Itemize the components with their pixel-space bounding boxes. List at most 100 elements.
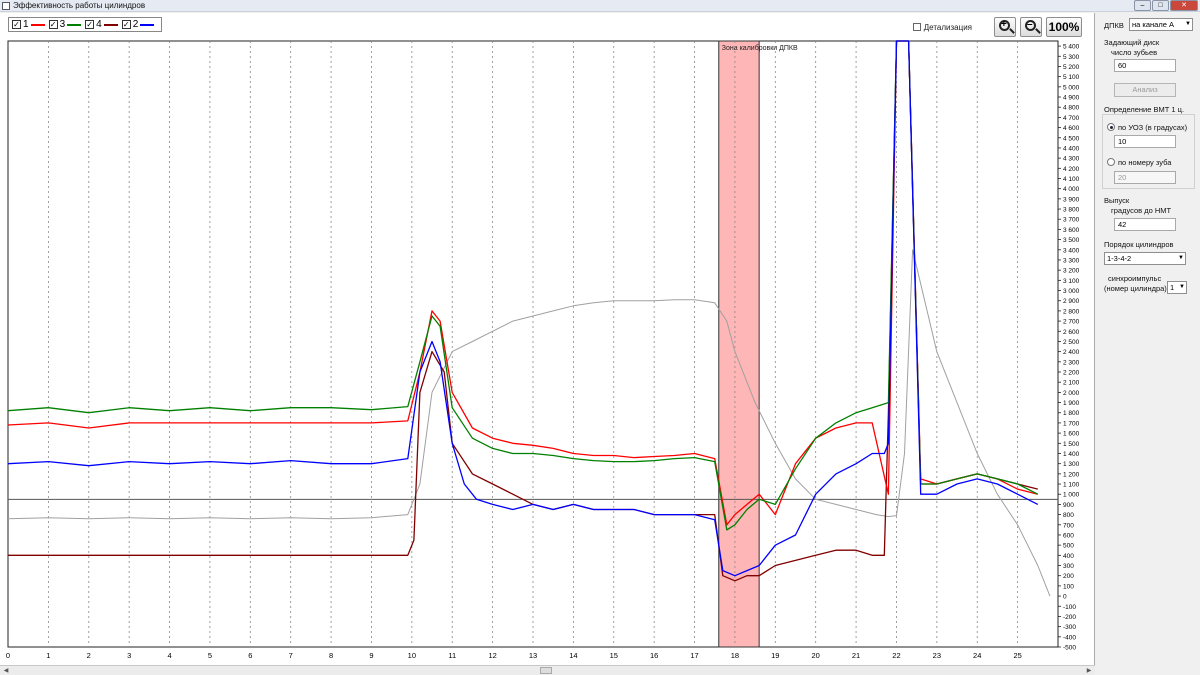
legend-swatch-3 — [67, 23, 82, 26]
x-tick-label: 13 — [529, 651, 537, 660]
y-tick-label: 2 500 — [1063, 339, 1080, 346]
y-tick-label: 4 600 — [1063, 125, 1080, 132]
x-tick-label: 24 — [973, 651, 981, 660]
scroll-left-icon[interactable]: ◀ — [1, 667, 11, 675]
y-tick-label: 4 700 — [1063, 115, 1080, 122]
y-tick-label: 5 100 — [1063, 74, 1080, 81]
x-tick-label: 1 — [46, 651, 50, 660]
y-tick-label: 900 — [1063, 502, 1074, 509]
legend-checkbox-2[interactable]: ✓ — [121, 20, 131, 29]
scroll-right-icon[interactable]: ▶ — [1084, 667, 1094, 675]
zoom-in-button[interactable]: + — [994, 17, 1016, 37]
dpkv-select[interactable]: на канале A ▼ — [1129, 18, 1193, 31]
detail-toggle[interactable]: Детализация — [912, 22, 972, 32]
legend-label-2: 2 — [132, 19, 139, 30]
teeth-input[interactable]: 60 — [1114, 59, 1176, 72]
by-tooth-input[interactable]: 20 — [1114, 171, 1176, 184]
series-legend: ✓ 1 ✓ 3 ✓ 4 ✓ 2 — [8, 17, 163, 32]
y-tick-label: 3 700 — [1063, 217, 1080, 224]
legend-swatch-2 — [140, 23, 155, 26]
zoom-out-button[interactable]: – — [1020, 17, 1042, 37]
legend-checkbox-1[interactable]: ✓ — [12, 20, 21, 29]
chevron-down-icon: ▼ — [1185, 21, 1191, 27]
by-tooth-label: по номеру зуба — [1118, 158, 1172, 167]
y-tick-label: 500 — [1063, 543, 1074, 550]
y-tick-label: 1 400 — [1063, 451, 1080, 458]
y-tick-label: 2 700 — [1063, 319, 1080, 326]
y-tick-label: 3 600 — [1063, 227, 1080, 234]
analyze-button[interactable]: Анализ — [1114, 83, 1176, 97]
y-tick-label: -500 — [1063, 645, 1076, 652]
title-bar: Эффективность работы цилиндров – □ ✕ — [0, 0, 1200, 12]
by-advance-radio[interactable] — [1107, 123, 1115, 131]
horizontal-scrollbar[interactable]: ◀ ▶ — [0, 665, 1095, 675]
y-tick-label: 2 100 — [1063, 380, 1080, 387]
by-advance-input[interactable]: 10 — [1114, 135, 1176, 148]
y-tick-label: -300 — [1063, 624, 1076, 631]
calibration-zone-label: Зона калибровки ДПКВ — [722, 44, 798, 52]
settings-panel: ДПКВ на канале A ▼ Задающий диск число з… — [1097, 13, 1200, 675]
legend-checkbox-4[interactable]: ✓ — [85, 20, 95, 29]
y-tick-label: 300 — [1063, 563, 1074, 570]
x-tick-label: 18 — [731, 651, 739, 660]
legend-item-3[interactable]: ✓ 3 — [48, 19, 82, 30]
y-tick-label: 4 000 — [1063, 186, 1080, 193]
y-tick-label: 1 800 — [1063, 410, 1080, 417]
minimize-button[interactable]: – — [1134, 0, 1151, 11]
legend-item-1[interactable]: ✓ 1 — [12, 19, 45, 30]
y-tick-label: 5 300 — [1063, 54, 1080, 61]
y-tick-label: 3 400 — [1063, 247, 1080, 254]
close-button[interactable]: ✕ — [1170, 0, 1198, 11]
y-tick-label: 100 — [1063, 583, 1074, 590]
y-tick-label: 3 100 — [1063, 278, 1080, 285]
legend-item-2[interactable]: ✓ 2 — [121, 19, 155, 30]
y-tick-label: -200 — [1063, 614, 1076, 621]
by-tooth-radio[interactable] — [1107, 158, 1115, 166]
detail-label: Детализация — [923, 22, 972, 32]
cylinder-efficiency-chart: Зона калибровки ДПКВ0 1 2 3 4 5 6 7 8 9 10 11 12 13 14… — [6, 40, 1080, 660]
y-tick-label: 600 — [1063, 532, 1074, 539]
y-tick-label: 4 400 — [1063, 145, 1080, 152]
x-tick-label: 23 — [933, 651, 941, 660]
exhaust-input[interactable]: 42 — [1114, 218, 1176, 231]
maximize-button[interactable]: □ — [1152, 0, 1169, 11]
legend-label-1: 1 — [23, 19, 29, 30]
legend-item-4[interactable]: ✓ 4 — [85, 19, 118, 30]
y-tick-label: 2 300 — [1063, 359, 1080, 366]
y-tick-label: 2 900 — [1063, 298, 1080, 305]
exhaust-sub-label: градусов до НМТ — [1111, 206, 1172, 215]
zoom-100-button[interactable]: 100% — [1046, 17, 1082, 37]
scroll-thumb[interactable] — [540, 667, 552, 674]
x-tick-label: 0 — [6, 651, 10, 660]
dpkv-label: ДПКВ — [1104, 21, 1124, 30]
disk-label: Задающий диск — [1104, 38, 1160, 47]
y-tick-label: 4 300 — [1063, 156, 1080, 163]
x-tick-label: 3 — [127, 651, 131, 660]
legend-label-4: 4 — [96, 19, 102, 30]
order-select[interactable]: 1-3-4-2 ▼ — [1104, 252, 1186, 265]
x-tick-label: 2 — [87, 651, 91, 660]
y-tick-label: 3 000 — [1063, 288, 1080, 295]
y-tick-label: 4 900 — [1063, 95, 1080, 102]
by-advance-label: по УОЗ (в градусах) — [1118, 123, 1188, 132]
y-tick-label: 800 — [1063, 512, 1074, 519]
y-tick-label: 5 400 — [1063, 44, 1080, 51]
x-tick-label: 12 — [488, 651, 496, 660]
calibration-zone — [718, 40, 760, 648]
sync-label-2: (номер цилиндра) — [1104, 284, 1167, 293]
window-controls: – □ ✕ — [1133, 0, 1198, 11]
x-tick-label: 4 — [167, 651, 171, 660]
sync-select[interactable]: 1 ▼ — [1167, 281, 1187, 294]
x-tick-label: 6 — [248, 651, 252, 660]
y-tick-label: 200 — [1063, 573, 1074, 580]
legend-swatch-1 — [30, 23, 45, 26]
detail-checkbox[interactable] — [912, 23, 921, 31]
x-tick-label: 16 — [650, 651, 658, 660]
y-tick-label: 4 500 — [1063, 135, 1080, 142]
y-tick-label: 5 200 — [1063, 64, 1080, 71]
x-tick-label: 14 — [569, 651, 577, 660]
y-tick-label: 1 100 — [1063, 482, 1080, 489]
legend-checkbox-3[interactable]: ✓ — [48, 20, 58, 29]
y-tick-label: 4 200 — [1063, 166, 1080, 173]
x-tick-label: 20 — [812, 651, 820, 660]
